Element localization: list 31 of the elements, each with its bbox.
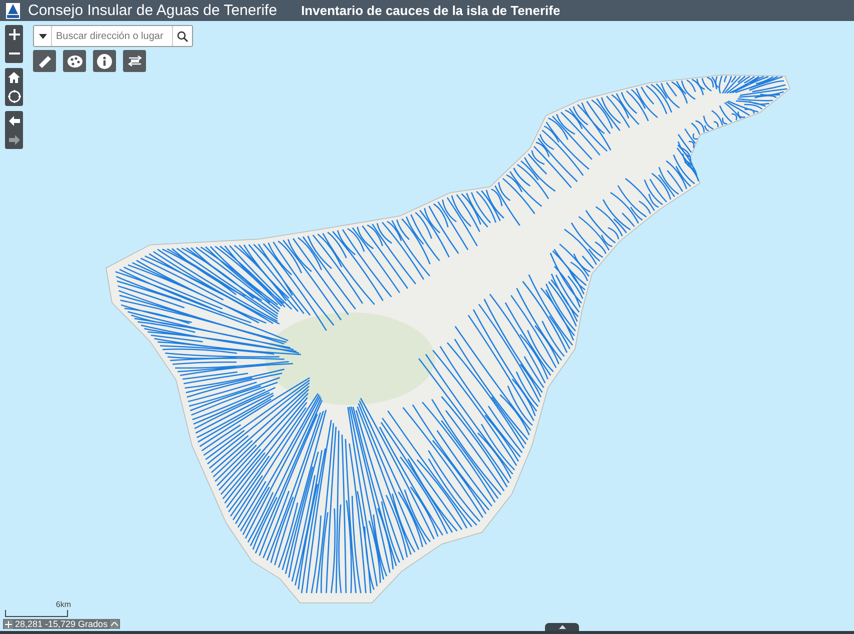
coordinates-text: 28,281 -15,729 Grados [15, 619, 108, 629]
logo-icon [6, 2, 20, 18]
caret-icon [38, 34, 46, 38]
coordinates-button[interactable] [123, 50, 146, 72]
home-icon [8, 72, 20, 83]
search-button[interactable] [172, 26, 192, 46]
ruler-icon [38, 54, 52, 68]
left-arrow-icon [8, 116, 20, 126]
caret-icon [558, 625, 566, 629]
info-button[interactable] [93, 50, 116, 72]
info-icon [97, 54, 112, 68]
scale-label: 6km [56, 600, 71, 609]
panel-toggle-button[interactable] [545, 623, 579, 631]
crosshair-button[interactable] [4, 620, 13, 628]
caret-icon [110, 622, 118, 626]
plus-icon [8, 29, 20, 40]
basemap-button[interactable] [63, 50, 86, 72]
app-title: Consejo Insular de Aguas de Tenerife [28, 2, 278, 19]
crosshair-icon [5, 620, 12, 628]
search-bar[interactable]: Buscar dirección o lugar [33, 25, 193, 47]
expand-button[interactable] [110, 620, 119, 628]
xyz-arrows-icon [128, 54, 142, 68]
locate-icon [8, 90, 20, 103]
locate-button[interactable] [5, 87, 23, 106]
minus-icon [8, 52, 20, 55]
dropdown-button[interactable] [34, 26, 52, 46]
search-icon [177, 30, 188, 42]
right-arrow-icon [8, 134, 20, 144]
app-subtitle: Inventario de cauces de la isla de Tenerife [301, 3, 560, 18]
measure-button[interactable] [33, 50, 56, 72]
palette-icon [66, 54, 82, 68]
